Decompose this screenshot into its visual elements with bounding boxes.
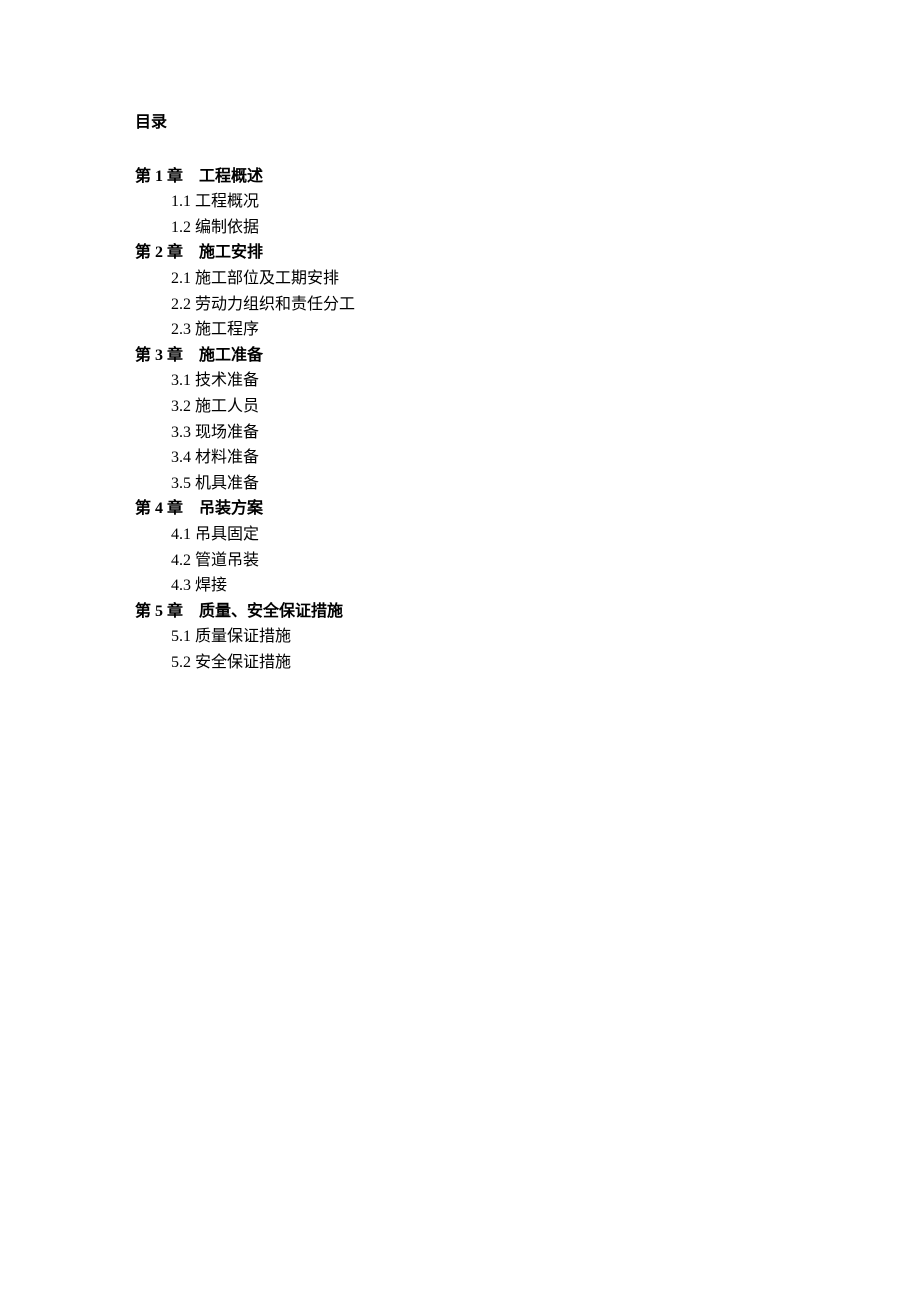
toc-section: 4.2 管道吊装 (135, 548, 920, 574)
toc-section: 3.1 技术准备 (135, 368, 920, 394)
chapter-heading: 第 5 章 质量、安全保证措施 (135, 599, 920, 625)
toc-section: 4.3 焊接 (135, 573, 920, 599)
toc-section: 2.2 劳动力组织和责任分工 (135, 292, 920, 318)
toc-title: 目录 (135, 110, 920, 136)
chapter-heading: 第 2 章 施工安排 (135, 240, 920, 266)
toc-section: 4.1 吊具固定 (135, 522, 920, 548)
toc-section: 2.3 施工程序 (135, 317, 920, 343)
toc-section: 3.4 材料准备 (135, 445, 920, 471)
chapter-heading: 第 4 章 吊装方案 (135, 496, 920, 522)
toc-section: 1.1 工程概况 (135, 189, 920, 215)
toc-section: 5.2 安全保证措施 (135, 650, 920, 676)
toc-section: 5.1 质量保证措施 (135, 624, 920, 650)
toc-section: 3.5 机具准备 (135, 471, 920, 497)
toc-section: 3.3 现场准备 (135, 420, 920, 446)
toc-section: 3.2 施工人员 (135, 394, 920, 420)
toc-section: 1.2 编制依据 (135, 215, 920, 241)
chapter-heading: 第 1 章 工程概述 (135, 164, 920, 190)
toc-section: 2.1 施工部位及工期安排 (135, 266, 920, 292)
chapter-heading: 第 3 章 施工准备 (135, 343, 920, 369)
